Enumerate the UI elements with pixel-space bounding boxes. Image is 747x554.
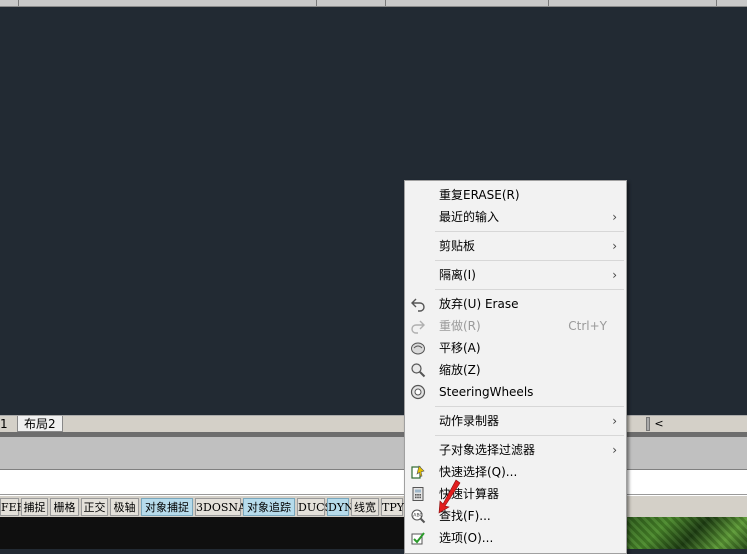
horizontal-scrollbar-thumb[interactable] <box>646 417 650 431</box>
menu-separator <box>435 289 624 290</box>
status-btn-3dosnap[interactable]: 3DOSNAP <box>195 498 253 516</box>
menu-item-action-recorder[interactable]: 动作录制器 › <box>405 410 626 432</box>
status-bar: FER 捕捉 栅格 正交 极轴 对象捕捉 3DOSNAP 对象追踪 DUCS D… <box>0 495 747 518</box>
menu-item-subobject-filter[interactable]: 子对象选择过滤器 › <box>405 439 626 461</box>
steeringwheels-icon <box>410 384 426 400</box>
command-history-area <box>0 437 747 470</box>
layout-tab-layout2[interactable]: 布局2 <box>17 416 63 432</box>
status-btn-grid[interactable]: 栅格 <box>50 498 79 516</box>
options-checkbox-icon <box>410 530 426 546</box>
top-strip-divider <box>548 0 549 6</box>
submenu-arrow-icon: › <box>612 414 617 428</box>
menu-item-redo[interactable]: 重做(R) Ctrl+Y <box>405 315 626 337</box>
submenu-arrow-icon: › <box>612 210 617 224</box>
mouse-cursor-arrow-icon <box>438 479 461 514</box>
status-btn-tpy[interactable]: TPY <box>381 498 404 516</box>
menu-item-undo[interactable]: 放弃(U) Erase <box>405 293 626 315</box>
menu-item-repeat-erase[interactable]: 重复ERASE(R) <box>405 184 626 206</box>
zoom-magnifier-icon <box>410 362 426 378</box>
status-btn-snap[interactable]: 捕捉 <box>21 498 48 516</box>
submenu-arrow-icon: › <box>612 443 617 457</box>
top-strip-divider <box>316 0 317 6</box>
drawing-canvas[interactable] <box>0 7 747 415</box>
menu-separator <box>435 435 624 436</box>
background-image-thumbnail <box>626 517 747 549</box>
scroll-left-arrow-icon[interactable]: < <box>652 417 666 431</box>
menu-item-clipboard[interactable]: 剪贴板 › <box>405 235 626 257</box>
undo-icon <box>410 296 426 312</box>
top-strip-divider <box>716 0 717 6</box>
status-btn-fer[interactable]: FER <box>0 498 25 516</box>
layout-tab-bar: 1 布局2 < <box>0 415 747 433</box>
submenu-arrow-icon: › <box>612 268 617 282</box>
status-btn-polar[interactable]: 极轴 <box>110 498 139 516</box>
top-strip-divider <box>385 0 386 6</box>
svg-text:ABC: ABC <box>413 513 422 519</box>
menu-item-steeringwheels[interactable]: SteeringWheels <box>405 381 626 403</box>
menu-item-recent-input[interactable]: 最近的输入 › <box>405 206 626 228</box>
status-btn-lineweight[interactable]: 线宽 <box>351 498 379 516</box>
calculator-icon <box>410 486 426 502</box>
menu-item-zoom[interactable]: 缩放(Z) <box>405 359 626 381</box>
status-btn-ducs[interactable]: DUCS <box>297 498 332 516</box>
status-btn-osnap[interactable]: 对象捕捉 <box>141 498 193 516</box>
top-toolbar-strip <box>0 0 747 7</box>
find-abc-icon: ABC <box>410 508 426 524</box>
quick-select-icon <box>410 464 426 480</box>
command-line-input[interactable] <box>0 470 747 495</box>
status-btn-ortho[interactable]: 正交 <box>81 498 108 516</box>
menu-item-options[interactable]: 选项(O)... <box>405 527 626 549</box>
top-strip-divider <box>18 0 19 6</box>
status-btn-otrack[interactable]: 对象追踪 <box>243 498 295 516</box>
redo-icon <box>410 318 426 334</box>
pan-hand-icon <box>410 340 426 356</box>
layout-tab-partial[interactable]: 1 <box>0 416 12 432</box>
menu-item-isolate[interactable]: 隔离(I) › <box>405 264 626 286</box>
submenu-arrow-icon: › <box>612 239 617 253</box>
menu-item-pan[interactable]: 平移(A) <box>405 337 626 359</box>
status-btn-dyn[interactable]: DYN <box>327 498 354 516</box>
menu-separator <box>435 260 624 261</box>
menu-separator <box>435 231 624 232</box>
menu-separator <box>435 406 624 407</box>
